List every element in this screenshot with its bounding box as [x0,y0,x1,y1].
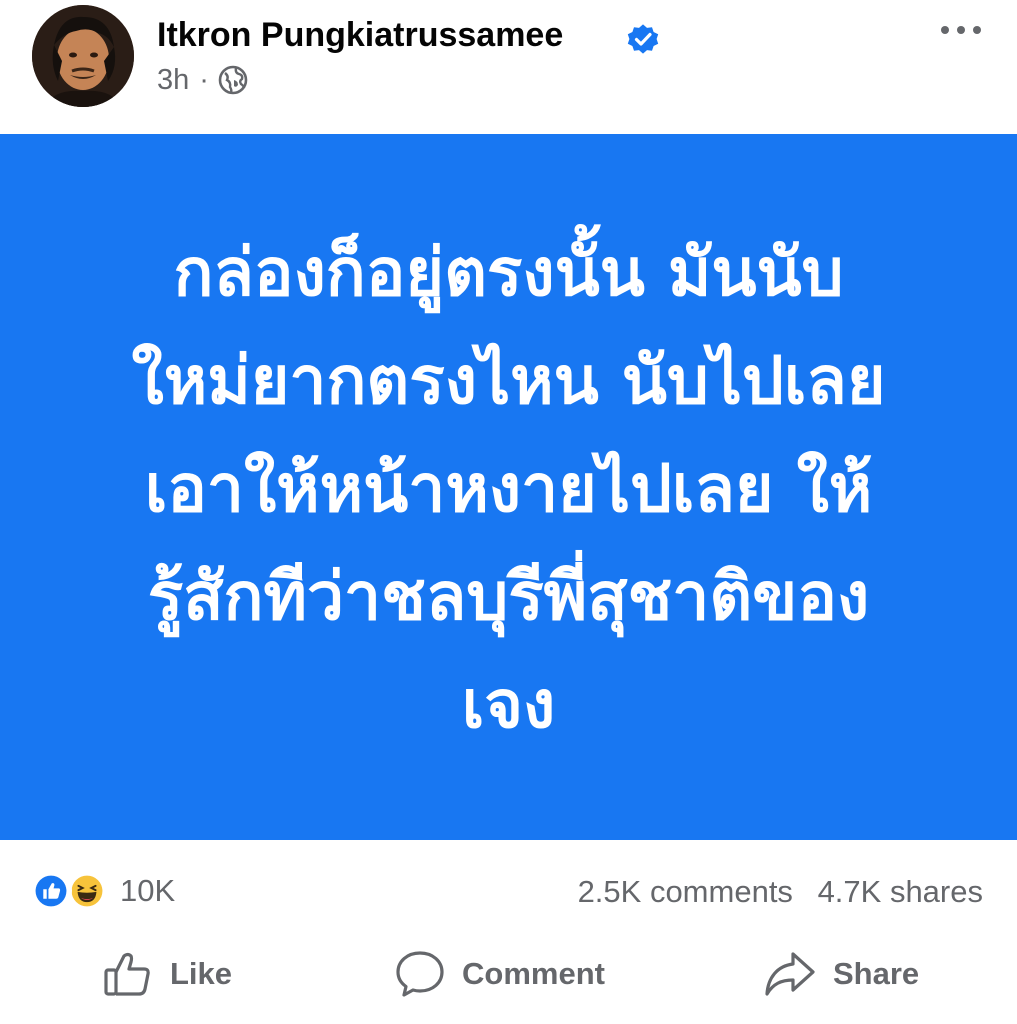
post-text: กล่องก็อยู่ตรงนั้น มันนับ ใหม่ยากตรงไหน … [69,219,949,759]
share-label: Share [833,956,920,991]
share-button[interactable]: Share [763,934,919,1014]
comment-button[interactable]: Comment [394,934,605,1014]
post-meta: 3h · [157,62,249,98]
globe-icon [218,65,248,95]
reaction-count: 10K [120,873,176,908]
comment-label: Comment [462,956,605,991]
post-text-line: เอาให้หน้าหงายไปเลย ให้ [144,450,873,527]
post-text-line: กล่องก็อยู่ตรงนั้น มันนับ [173,234,844,311]
post-text-background[interactable]: กล่องก็อยู่ตรงนั้น มันนับ ใหม่ยากตรงไหน … [0,134,1017,840]
avatar-photo-icon [32,5,134,107]
facebook-post: Itkron Pungkiatrussamee 3h · กล่องก็อยู่… [0,0,1017,1024]
more-options-icon[interactable] [938,12,984,48]
post-stats: 10K 2.5K comments 4.7K shares [0,860,1017,924]
comments-count[interactable]: 2.5K comments [578,874,793,909]
meta-separator: · [199,63,209,96]
reactions-summary[interactable]: 10K [30,870,175,912]
haha-reaction-icon [66,870,108,912]
comment-bubble-icon [396,951,444,997]
author-name[interactable]: Itkron Pungkiatrussamee [157,16,563,55]
post-text-line: ใหม่ยากตรงไหน นับไปเลย [131,342,886,419]
post-actions: Like Comment Share [0,934,1017,1014]
like-label: Like [170,956,233,991]
post-time[interactable]: 3h [157,64,189,97]
shares-count[interactable]: 4.7K shares [818,874,983,909]
verified-badge-icon [627,24,659,54]
engagement-counts: 2.5K comments 4.7K shares [578,874,983,910]
thumbs-up-icon [104,952,150,996]
author-avatar[interactable] [32,5,134,107]
post-text-line: เจง [461,666,556,743]
post-text-line: รู้สักทีว่าชลบุรีพี่สุชาติของ [147,558,870,635]
like-button[interactable]: Like [102,934,232,1014]
like-reaction-icon [30,870,72,912]
post-header: Itkron Pungkiatrussamee 3h · [0,0,1017,134]
share-arrow-icon [765,952,815,996]
